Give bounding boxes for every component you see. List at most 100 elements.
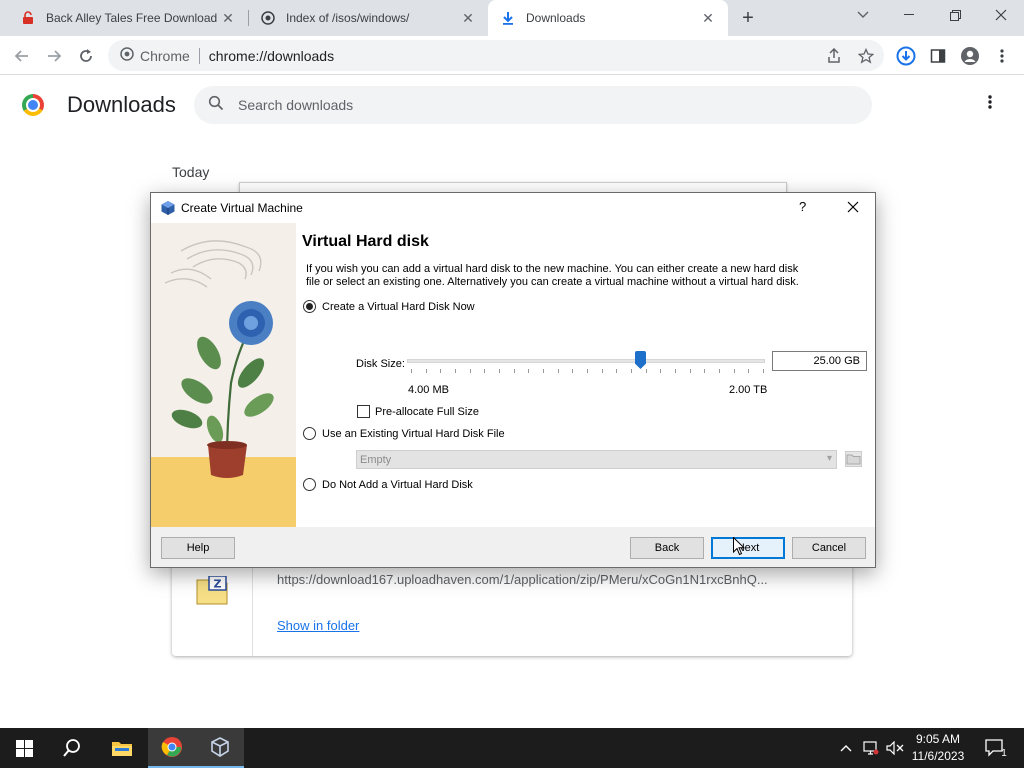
bookmark-star-icon[interactable] [852, 42, 880, 70]
tab-downloads[interactable]: Downloads ✕ [488, 0, 728, 36]
window-close-icon[interactable] [978, 0, 1024, 30]
downloads-header: Downloads Search downloads [0, 76, 1024, 134]
disk-size-slider-thumb[interactable] [635, 351, 646, 369]
slider-tick [719, 369, 720, 373]
slider-tick [587, 369, 588, 373]
tab-close-icon[interactable]: ✕ [220, 10, 236, 26]
checkbox-indicator[interactable] [357, 405, 370, 418]
preallocate-checkbox[interactable]: Pre-allocate Full Size [357, 405, 479, 418]
tray-expand-chevron-icon[interactable] [836, 728, 856, 768]
tab-close-icon[interactable]: ✕ [460, 10, 476, 26]
date-section-label: Today [172, 164, 210, 180]
slider-tick [690, 369, 691, 373]
chrome-menu-icon[interactable] [988, 42, 1016, 70]
next-button[interactable]: Next [711, 537, 785, 559]
clock-date: 11/6/2023 [911, 749, 965, 763]
slider-tick [616, 369, 617, 373]
search-placeholder: Search downloads [238, 97, 354, 113]
mouse-cursor-icon [733, 536, 746, 556]
radio-indicator[interactable] [303, 478, 316, 491]
disk-size-label: Disk Size: [356, 358, 405, 370]
windows-taskbar: 9:05 AM 11/6/2023 1 [0, 728, 1024, 768]
back-button[interactable]: Back [630, 537, 704, 559]
minimize-icon[interactable] [886, 0, 932, 30]
radio-label: Use an Existing Virtual Hard Disk File [322, 427, 505, 440]
radio-indicator[interactable] [303, 300, 316, 313]
slider-tick [631, 369, 632, 373]
show-in-folder-link[interactable]: Show in folder [277, 618, 359, 633]
checkbox-label: Pre-allocate Full Size [375, 405, 479, 418]
dialog-close-icon[interactable] [843, 197, 863, 218]
new-tab-plus-icon[interactable]: + [736, 6, 760, 30]
slider-tick [763, 369, 764, 373]
taskbar-clock[interactable]: 9:05 AM 11/6/2023 [900, 731, 976, 765]
chrome-site-icon [120, 47, 134, 64]
chrome-taskbar-icon[interactable] [148, 728, 196, 768]
help-button[interactable]: Help [161, 537, 235, 559]
share-icon[interactable] [820, 42, 848, 70]
search-icon [208, 95, 224, 116]
network-icon[interactable] [860, 728, 882, 768]
disk-size-slider[interactable] [407, 359, 765, 363]
slider-tick [748, 369, 749, 373]
forward-arrow-icon[interactable] [40, 42, 68, 70]
cancel-button[interactable]: Cancel [792, 537, 866, 559]
tab-index-isos[interactable]: Index of /isos/windows/ ✕ [248, 0, 488, 36]
dialog-titlebar[interactable]: Create Virtual Machine ? [151, 193, 875, 223]
slider-tick [572, 369, 573, 373]
tab-close-icon[interactable]: ✕ [700, 10, 716, 26]
slider-tick [602, 369, 603, 373]
disk-size-input[interactable]: 25.00 GB [772, 351, 867, 371]
site-icon [260, 10, 276, 26]
slider-tick [704, 369, 705, 373]
combo-value: Empty [360, 454, 392, 466]
slider-tick [426, 369, 427, 373]
address-divider [198, 47, 200, 64]
radio-do-not-add-disk[interactable]: Do Not Add a Virtual Hard Disk [303, 478, 473, 491]
clock-time: 9:05 AM [915, 732, 961, 746]
download-item-card: Z https://download167.uploadhaven.com/1/… [172, 560, 852, 656]
page-title: Downloads [67, 92, 176, 117]
slider-tick [558, 369, 559, 373]
search-icon[interactable] [48, 728, 96, 768]
dialog-footer: Help Back Next Cancel [151, 527, 875, 567]
dialog-body: Virtual Hard disk If you wish you can ad… [151, 223, 875, 527]
slider-tick [499, 369, 500, 373]
card-divider [252, 560, 253, 656]
slider-tick [528, 369, 529, 373]
restore-icon[interactable] [932, 0, 978, 30]
chevron-down-icon: ▾ [826, 453, 832, 464]
back-arrow-icon[interactable] [8, 42, 36, 70]
start-windows-icon[interactable] [0, 728, 48, 768]
radio-create-disk-now[interactable]: Create a Virtual Hard Disk Now [303, 300, 475, 313]
radio-use-existing-disk[interactable]: Use an Existing Virtual Hard Disk File [303, 427, 505, 440]
wizard-description: If you wish you can add a virtual hard d… [306, 263, 799, 288]
file-explorer-icon[interactable] [98, 728, 146, 768]
download-url[interactable]: https://download167.uploadhaven.com/1/ap… [277, 572, 777, 587]
virtualbox-taskbar-icon[interactable] [196, 728, 244, 768]
dialog-title: Create Virtual Machine [181, 201, 303, 215]
svg-text:Z: Z [214, 578, 222, 591]
slider-tick [411, 369, 412, 373]
side-panel-icon[interactable] [924, 42, 952, 70]
address-bar[interactable]: Chrome chrome://downloads [108, 40, 884, 71]
tab-title: Index of /isos/windows/ [286, 11, 410, 25]
dialog-help-icon[interactable]: ? [799, 199, 815, 214]
slider-tick [646, 369, 647, 373]
notification-center-icon[interactable]: 1 [978, 728, 1014, 768]
existing-disk-combo[interactable]: Empty ▾ [356, 450, 837, 469]
reload-icon[interactable] [72, 42, 100, 70]
tab-search-chevron-icon[interactable] [840, 0, 886, 30]
downloads-toolbar-icon[interactable] [892, 42, 920, 70]
wizard-heading: Virtual Hard disk [302, 233, 429, 250]
disk-size-min: 4.00 MB [408, 384, 449, 396]
wizard-illustration [151, 223, 296, 527]
radio-indicator[interactable] [303, 427, 316, 440]
downloads-more-icon[interactable] [980, 94, 1000, 116]
tab-back-alley-tales[interactable]: Back Alley Tales Free Download ( ✕ [8, 0, 248, 36]
browse-folder-icon[interactable] [845, 451, 862, 467]
radio-label: Create a Virtual Hard Disk Now [322, 300, 475, 313]
search-downloads-input[interactable]: Search downloads [194, 86, 872, 124]
slider-tick [470, 369, 471, 373]
profile-avatar-icon[interactable] [956, 42, 984, 70]
